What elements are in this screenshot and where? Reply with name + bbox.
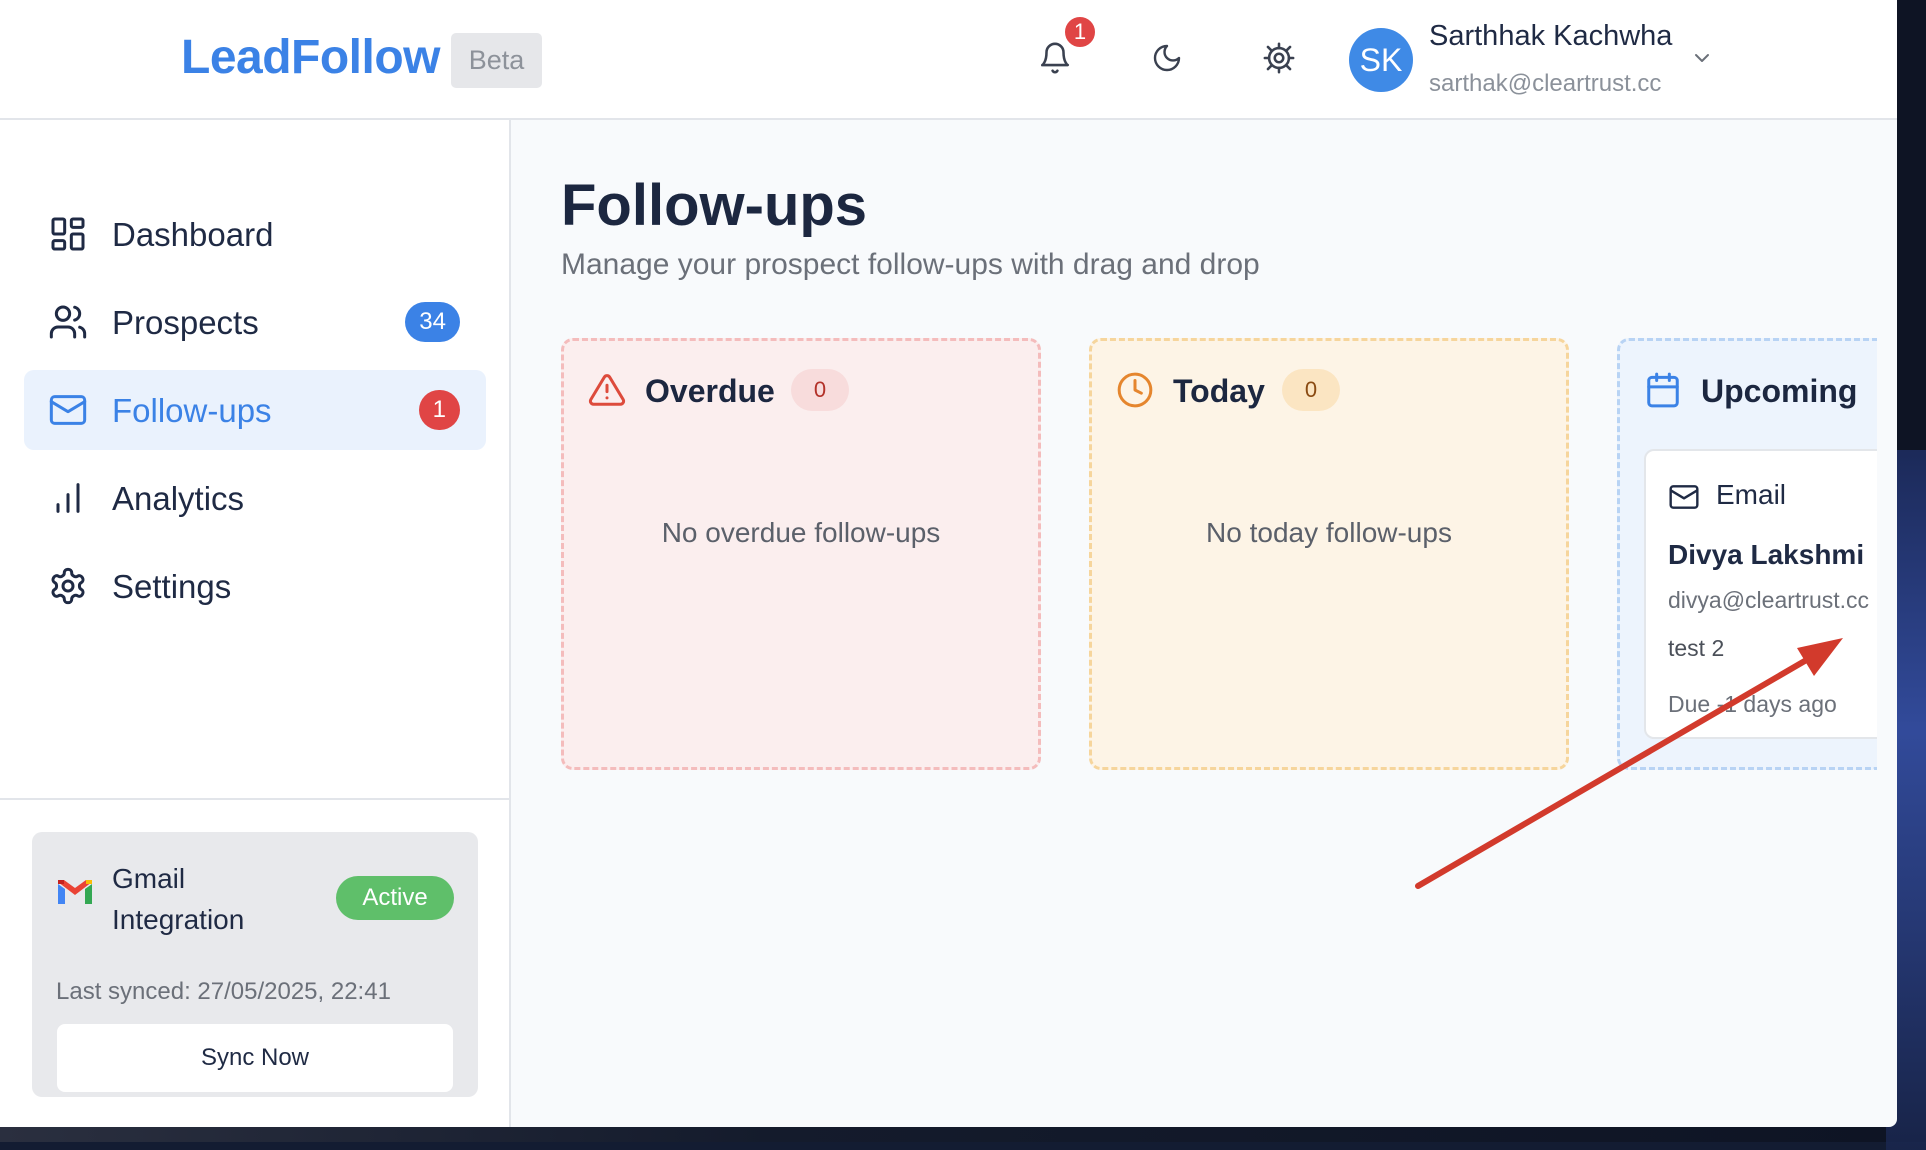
follow-up-card[interactable]: Email Divya Lakshmi divya@cleartrust.cc …	[1644, 449, 1877, 739]
today-empty-message: No today follow-ups	[1206, 517, 1452, 548]
calendar-icon	[1644, 371, 1682, 409]
gear-icon[interactable]	[1259, 38, 1299, 78]
sync-now-button[interactable]: Sync Now	[57, 1024, 453, 1092]
sidebar-item-label: Prospects	[112, 304, 259, 341]
dashboard-icon	[48, 214, 88, 254]
notification-count-badge: 1	[1062, 14, 1098, 50]
gmail-icon	[56, 876, 94, 906]
overdue-count-badge: 0	[791, 369, 849, 411]
clock-icon	[1116, 371, 1154, 409]
upcoming-label: Upcoming	[1701, 373, 1858, 409]
status-badge: Active	[336, 876, 454, 920]
beta-badge: Beta	[451, 33, 542, 88]
overdue-label: Overdue	[645, 373, 775, 409]
moon-icon[interactable]	[1147, 38, 1187, 78]
sidebar-item-label: Follow-ups	[112, 392, 272, 429]
follow-ups-count-badge: 1	[418, 390, 460, 430]
gmail-integration-card: Gmail Integration Active Last synced: 27…	[32, 832, 478, 1097]
today-label: Today	[1173, 373, 1265, 409]
overdue-column[interactable]: Overdue 0 No overdue follow-ups	[561, 338, 1041, 770]
page-subtitle: Manage your prospect follow-ups with dra…	[561, 248, 1260, 281]
follow-up-note: test 2	[1668, 635, 1725, 661]
today-count-badge: 0	[1282, 369, 1340, 411]
sidebar-item-label: Dashboard	[112, 216, 274, 253]
sidebar-item-dashboard[interactable]: Dashboard	[24, 194, 486, 274]
due-text: Due -1 days ago	[1668, 691, 1837, 717]
users-icon	[48, 302, 88, 342]
sidebar-item-follow-ups[interactable]: Follow-ups 1	[24, 370, 486, 450]
main-content: Follow-ups Manage your prospect follow-u…	[511, 120, 1897, 1127]
prospect-email: divya@cleartrust.cc	[1668, 587, 1870, 613]
sidebar-item-analytics[interactable]: Analytics	[24, 458, 486, 538]
sidebar-divider	[0, 798, 509, 800]
mail-icon	[48, 390, 88, 430]
sidebar-item-settings[interactable]: Settings	[24, 546, 486, 626]
sidebar: Dashboard Prospects 34 Follow-ups 1 Anal…	[0, 120, 511, 1127]
gmail-integration-title: Gmail Integration	[112, 863, 245, 935]
upcoming-column[interactable]: Upcoming Email Divya Lakshmi divya@clear…	[1617, 338, 1877, 770]
page-title: Follow-ups	[561, 173, 868, 238]
prospect-name: Divya Lakshmi	[1668, 539, 1865, 570]
sidebar-item-prospects[interactable]: Prospects 34	[24, 282, 486, 362]
sidebar-item-label: Settings	[112, 568, 232, 605]
user-name: Sarthhak Kachwha	[1429, 20, 1673, 52]
app-window: LeadFollow Beta 1 SK Sarthhak Kachwha sa…	[0, 0, 1897, 1127]
overdue-empty-message: No overdue follow-ups	[661, 517, 941, 548]
mail-icon	[1668, 481, 1700, 513]
last-synced-text: Last synced: 27/05/2025, 22:41	[56, 978, 391, 1005]
bar-chart-icon	[48, 478, 88, 518]
prospects-count-badge: 34	[405, 302, 460, 342]
chevron-down-icon[interactable]	[1690, 46, 1714, 75]
user-email: sarthak@cleartrust.cc	[1429, 70, 1662, 97]
avatar[interactable]: SK	[1349, 28, 1413, 92]
app-logo[interactable]: LeadFollow	[181, 30, 441, 85]
follow-up-type: Email	[1716, 479, 1787, 510]
today-column[interactable]: Today 0 No today follow-ups	[1089, 338, 1569, 770]
warning-icon	[588, 371, 626, 409]
sidebar-item-label: Analytics	[112, 480, 245, 517]
gear-icon	[48, 566, 88, 606]
top-header: LeadFollow Beta 1 SK Sarthhak Kachwha sa…	[0, 0, 1897, 120]
